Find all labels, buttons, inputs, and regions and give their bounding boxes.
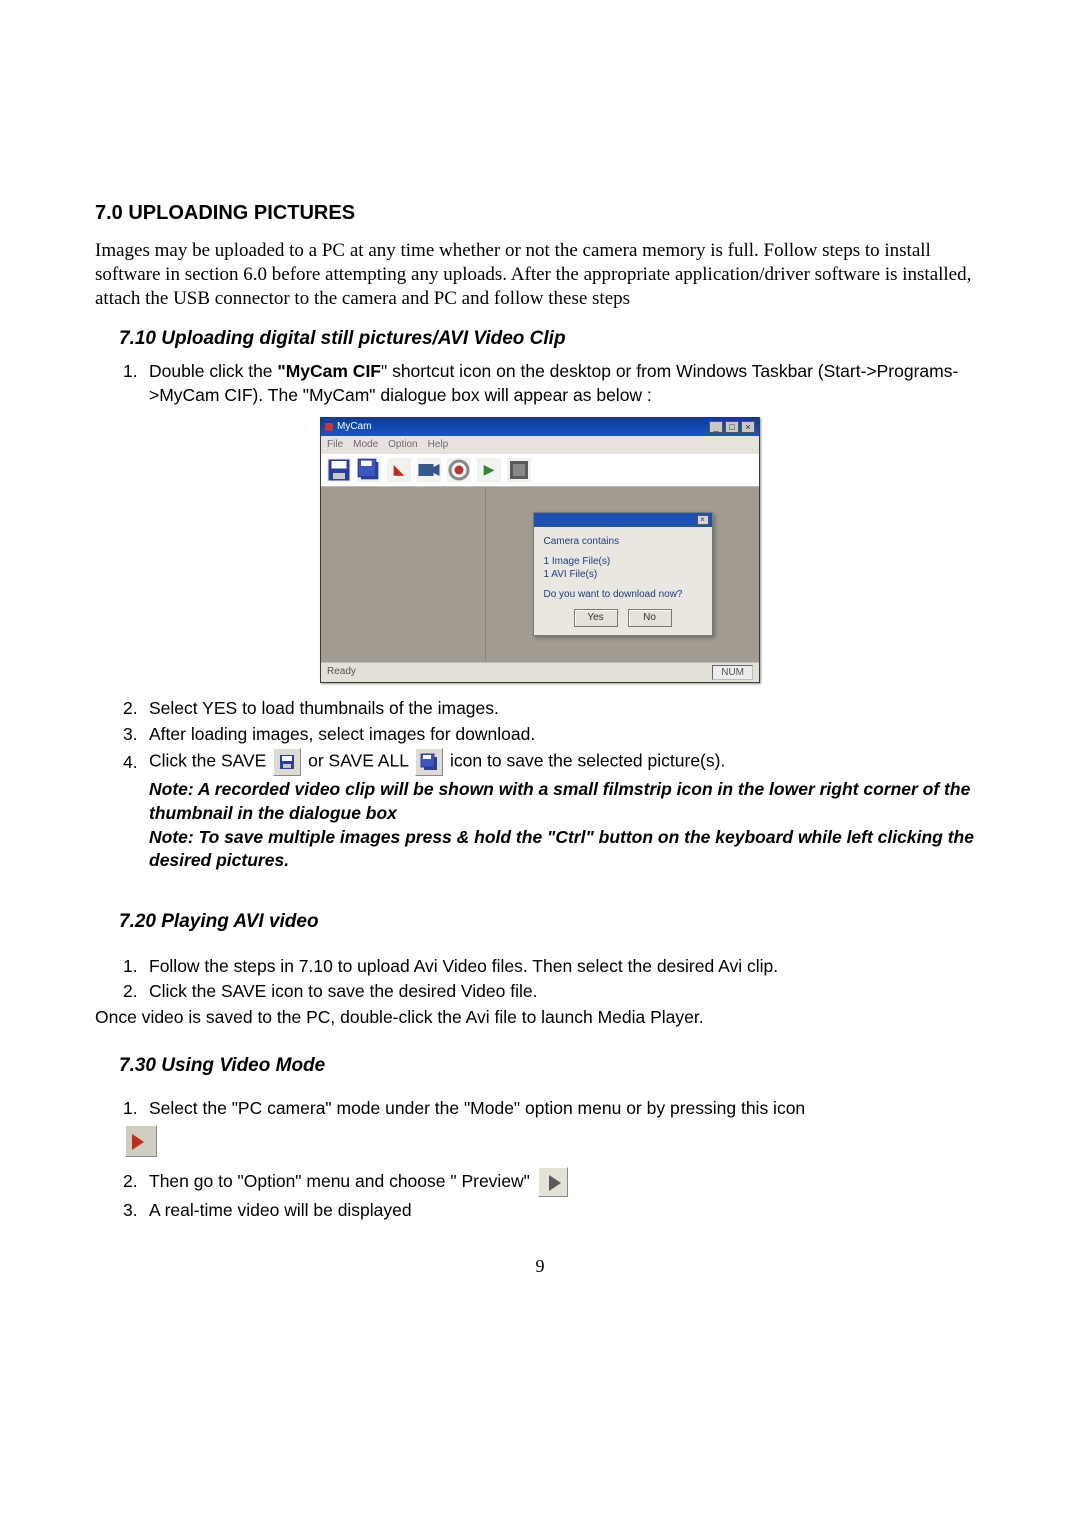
list-number: 1.	[123, 360, 149, 407]
close-button[interactable]: ×	[741, 421, 755, 433]
s30-item-1: 1. Select the "PC camera" mode under the…	[123, 1097, 985, 1121]
s10-item-3: 3. After loading images, select images f…	[123, 723, 985, 747]
s10-item1-bold: "MyCam CIF	[277, 361, 381, 381]
heading-main: 7.0 UPLOADING PICTURES	[95, 200, 985, 227]
list-number: 2.	[123, 697, 149, 721]
window-title: MyCam	[337, 420, 371, 434]
list-number: 2.	[123, 1170, 149, 1194]
save-all-icon[interactable]	[357, 458, 381, 482]
thumbnail-pane	[321, 487, 486, 662]
download-dialog: × Camera contains 1 Image File(s) 1 AVI …	[533, 512, 713, 636]
s10-item4-b: or SAVE ALL	[308, 751, 408, 771]
s10-note-2: Note: To save multiple images press & ho…	[149, 826, 985, 873]
s10-item4-c: icon to save the selected picture(s).	[450, 751, 725, 771]
s10-item4-a: Click the SAVE	[149, 751, 271, 771]
mycam-toolbar: ◣ ▶	[321, 454, 759, 487]
s20-item2-text: Click the SAVE icon to save the desired …	[149, 980, 537, 1004]
list-number: 4.	[123, 751, 149, 775]
s30-item2-text: Then go to "Option" menu and choose " Pr…	[149, 1170, 530, 1194]
s10-item2-text: Select YES to load thumbnails of the ima…	[149, 697, 499, 721]
preview-play-icon	[538, 1167, 568, 1197]
dialog-titlebar: ×	[534, 513, 712, 527]
mycam-statusbar: Ready NUM	[321, 662, 759, 683]
list-number: 3.	[123, 723, 149, 747]
s20-item-1: 1. Follow the steps in 7.10 to upload Av…	[123, 955, 985, 979]
list-number: 1.	[123, 1097, 149, 1121]
preview-pane: × Camera contains 1 Image File(s) 1 AVI …	[486, 487, 759, 662]
s30-item-3: 3. A real-time video will be displayed	[123, 1199, 985, 1223]
menu-option[interactable]: Option	[388, 438, 417, 452]
dialog-no-button[interactable]: No	[628, 609, 672, 627]
s10-item3-text: After loading images, select images for …	[149, 723, 535, 747]
dialog-line-1: Camera contains	[544, 535, 702, 549]
maximize-button[interactable]: □	[725, 421, 739, 433]
heading-7-30: 7.30 Using Video Mode	[119, 1053, 985, 1079]
s10-item1-pre: Double click the	[149, 361, 277, 381]
dialog-line-4: Do you want to download now?	[544, 588, 702, 602]
intro-paragraph: Images may be uploaded to a PC at any ti…	[95, 239, 985, 310]
minimize-button[interactable]: _	[709, 421, 723, 433]
list-number: 1.	[123, 955, 149, 979]
mycam-window: MyCam _ □ × File Mode Option Help ◣	[320, 417, 760, 683]
pc-camera-mode-icon	[125, 1125, 157, 1157]
s20-item1-text: Follow the steps in 7.10 to upload Avi V…	[149, 955, 778, 979]
s10-item-1: 1. Double click the "MyCam CIF" shortcut…	[123, 360, 985, 407]
heading-7-10: 7.10 Uploading digital still pictures/AV…	[119, 326, 985, 352]
menu-mode[interactable]: Mode	[353, 438, 378, 452]
dialog-line-2: 1 Image File(s)	[544, 555, 702, 569]
s20-after-text: Once video is saved to the PC, double-cl…	[95, 1006, 985, 1030]
save-icon	[273, 748, 301, 776]
mycam-figure: MyCam _ □ × File Mode Option Help ◣	[95, 417, 985, 683]
s10-item-2: 2. Select YES to load thumbnails of the …	[123, 697, 985, 721]
save-all-icon	[415, 748, 443, 776]
heading-7-20: 7.20 Playing AVI video	[119, 909, 985, 935]
app-icon	[325, 423, 333, 431]
status-left: Ready	[327, 665, 356, 681]
webcam-icon[interactable]	[417, 458, 441, 482]
camera-mode-icon[interactable]: ◣	[387, 458, 411, 482]
s30-item3-text: A real-time video will be displayed	[149, 1199, 412, 1223]
record-icon[interactable]	[447, 458, 471, 482]
stop-icon[interactable]	[507, 458, 531, 482]
dialog-line-3: 1 AVI File(s)	[544, 568, 702, 582]
save-icon[interactable]	[327, 458, 351, 482]
menu-help[interactable]: Help	[428, 438, 449, 452]
dialog-close-button[interactable]: ×	[697, 515, 709, 525]
s30-item1-text: Select the "PC camera" mode under the "M…	[149, 1097, 805, 1121]
menu-file[interactable]: File	[327, 438, 343, 452]
mycam-titlebar: MyCam _ □ ×	[321, 418, 759, 436]
status-right: NUM	[712, 665, 753, 681]
mycam-menubar: File Mode Option Help	[321, 436, 759, 454]
list-number: 3.	[123, 1199, 149, 1223]
s30-item-2: 2. Then go to "Option" menu and choose "…	[123, 1167, 985, 1197]
s10-note-1: Note: A recorded video clip will be show…	[149, 778, 985, 825]
list-number: 2.	[123, 980, 149, 1004]
play-icon[interactable]: ▶	[477, 458, 501, 482]
s10-item-4: 4. Click the SAVE or SAVE ALL icon to sa…	[123, 748, 985, 776]
mycam-content: × Camera contains 1 Image File(s) 1 AVI …	[321, 487, 759, 662]
dialog-yes-button[interactable]: Yes	[574, 609, 618, 627]
s20-item-2: 2. Click the SAVE icon to save the desir…	[123, 980, 985, 1004]
page-number: 9	[95, 1254, 985, 1278]
